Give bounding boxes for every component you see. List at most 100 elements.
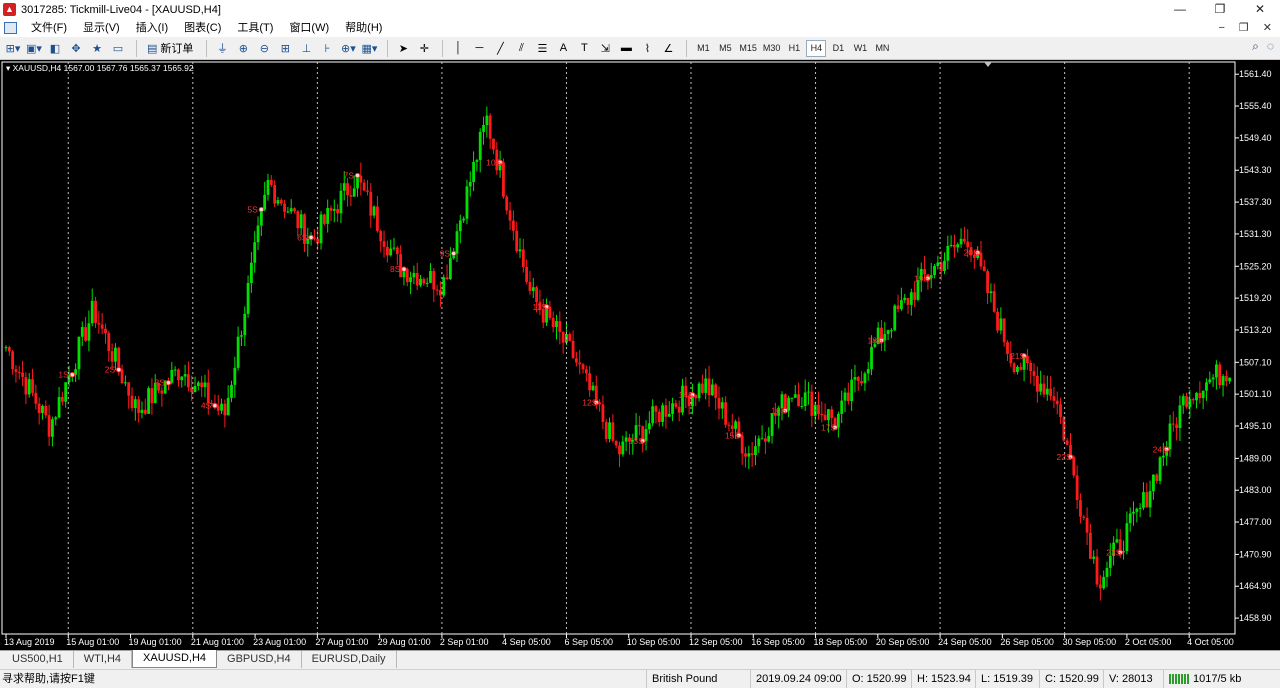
trade-label: 17S (821, 422, 836, 432)
bear-candle (1218, 364, 1222, 386)
bull-candle (946, 245, 950, 261)
menu-tools[interactable]: 工具(T) (229, 19, 281, 37)
terminal-icon[interactable]: ▭ (109, 39, 127, 58)
bull-candle (1221, 376, 1225, 386)
chart-shift-icon[interactable]: ⊥ (297, 39, 315, 58)
mdi-close-button[interactable]: ✕ (1263, 19, 1272, 37)
rectangle-icon[interactable]: ▬ (617, 39, 635, 58)
bull-candle (4, 347, 8, 349)
timeframe-m1[interactable]: M1 (693, 40, 713, 57)
bear-candle (1198, 392, 1202, 399)
arrows-icon[interactable]: ⇲ (596, 39, 614, 58)
bull-candle (256, 225, 260, 243)
bull-candle (644, 429, 648, 441)
zoom-in-icon[interactable]: ⊕ (234, 39, 252, 58)
bull-candle (956, 244, 960, 248)
menu-insert[interactable]: 插入(I) (128, 19, 176, 37)
text-tool-icon[interactable]: A (554, 39, 572, 58)
menu-charts[interactable]: 图表(C) (176, 19, 229, 37)
bear-candle (329, 207, 333, 211)
bear-candle (896, 305, 900, 310)
x-tick-label: 13 Aug 2019 (4, 637, 55, 647)
trade-label: 23S (1106, 547, 1121, 557)
channel-icon[interactable]: ⫽ (512, 39, 530, 58)
templates-icon[interactable]: ▦▾ (360, 39, 378, 58)
close-button[interactable]: ✕ (1240, 0, 1280, 19)
tab-xauusd[interactable]: XAUUSD,H4 (132, 650, 218, 668)
tab-gbpusd[interactable]: GBPUSD,H4 (217, 651, 302, 668)
bull-candle (57, 396, 61, 418)
bear-candle (382, 241, 386, 247)
new-order-button[interactable]: ▤ 新订单 (143, 39, 197, 58)
favorites-icon[interactable]: ★ (88, 39, 106, 58)
tab-us500[interactable]: US500,H1 (2, 651, 74, 668)
timeframe-h1[interactable]: H1 (784, 40, 804, 57)
y-tick-label: 1483.00 (1239, 485, 1272, 495)
chart-tools-icon[interactable]: ⌇ (638, 39, 656, 58)
autoscroll-icon[interactable]: ⊦ (318, 39, 336, 58)
timeframe-d1[interactable]: D1 (828, 40, 848, 57)
menu-file[interactable]: 文件(F) (23, 19, 75, 37)
bull-candle (790, 397, 794, 399)
search-icon[interactable]: ⌕ (1252, 39, 1259, 54)
autotrading-icon[interactable]: ⏚ (213, 39, 231, 58)
bull-candle (342, 183, 346, 191)
chat-icon[interactable]: ◌ (1267, 39, 1274, 54)
tab-wti[interactable]: WTI,H4 (74, 651, 133, 668)
cursor-icon[interactable]: ➤ (394, 39, 412, 58)
menu-help[interactable]: 帮助(H) (337, 19, 390, 37)
bull-candle (442, 277, 446, 296)
bull-candle (170, 370, 174, 383)
gann-icon[interactable]: ∠ (659, 39, 677, 58)
document-icon[interactable] (4, 22, 17, 34)
fibonacci-icon[interactable]: ☰ (533, 39, 551, 58)
chart-svg[interactable]: 1561.40 1555.40 1549.40 1543.30 1537.30 1531.… (0, 60, 1280, 650)
bull-candle (1161, 455, 1165, 458)
trade-marker (308, 234, 314, 241)
vertical-line-icon[interactable]: │ (449, 39, 467, 58)
tab-eurusd[interactable]: EURUSD,Daily (302, 651, 397, 668)
timeframe-m15[interactable]: M15 (737, 40, 759, 57)
bull-candle (863, 373, 867, 384)
bull-candle (123, 382, 127, 384)
status-close: C: 1520.99 (1039, 670, 1103, 688)
bull-candle (236, 336, 240, 368)
crosshair-icon[interactable]: ✛ (415, 39, 433, 58)
bull-candle (949, 244, 953, 246)
horizontal-line-icon[interactable]: ─ (470, 39, 488, 58)
timeframe-m5[interactable]: M5 (715, 40, 735, 57)
bear-candle (37, 403, 41, 414)
navigator-icon[interactable]: ✥ (67, 39, 85, 58)
bull-candle (372, 206, 376, 216)
mdi-minimize-button[interactable]: − (1218, 19, 1224, 37)
zoom-out-icon[interactable]: ⊖ (255, 39, 273, 58)
menu-view[interactable]: 显示(V) (75, 19, 128, 37)
maximize-button[interactable]: ❐ (1200, 0, 1240, 19)
bear-candle (505, 196, 509, 211)
bull-candle (196, 382, 200, 387)
bear-candle (701, 383, 704, 393)
text-label-icon[interactable]: T (575, 39, 593, 58)
bear-candle (996, 311, 999, 331)
mdi-restore-button[interactable]: ❐ (1239, 19, 1249, 37)
timeframe-mn[interactable]: MN (872, 40, 892, 57)
bull-candle (183, 374, 187, 377)
trendline-icon[interactable]: ╱ (491, 39, 509, 58)
bear-candle (578, 362, 582, 365)
bear-candle (913, 292, 917, 300)
timeframe-w1[interactable]: W1 (850, 40, 870, 57)
bear-candle (1006, 342, 1009, 354)
market-watch-icon[interactable]: ◧ (46, 39, 64, 58)
tile-windows-icon[interactable]: ⊞ (276, 39, 294, 58)
new-chart-icon[interactable]: ⊞▾ (4, 39, 22, 58)
minimize-button[interactable]: — (1160, 0, 1200, 19)
timeframe-h4[interactable]: H4 (806, 39, 827, 57)
bear-candle (1085, 517, 1089, 533)
bear-candle (47, 415, 51, 437)
bear-candle (724, 402, 728, 425)
indicators-icon[interactable]: ⊕▾ (339, 39, 357, 58)
timeframe-m30[interactable]: M30 (761, 40, 783, 57)
menu-window[interactable]: 窗口(W) (281, 19, 337, 37)
price-chart[interactable]: 1561.40 1555.40 1549.40 1543.30 1537.30 1531.… (0, 60, 1280, 650)
profiles-icon[interactable]: ▣▾ (25, 39, 43, 58)
